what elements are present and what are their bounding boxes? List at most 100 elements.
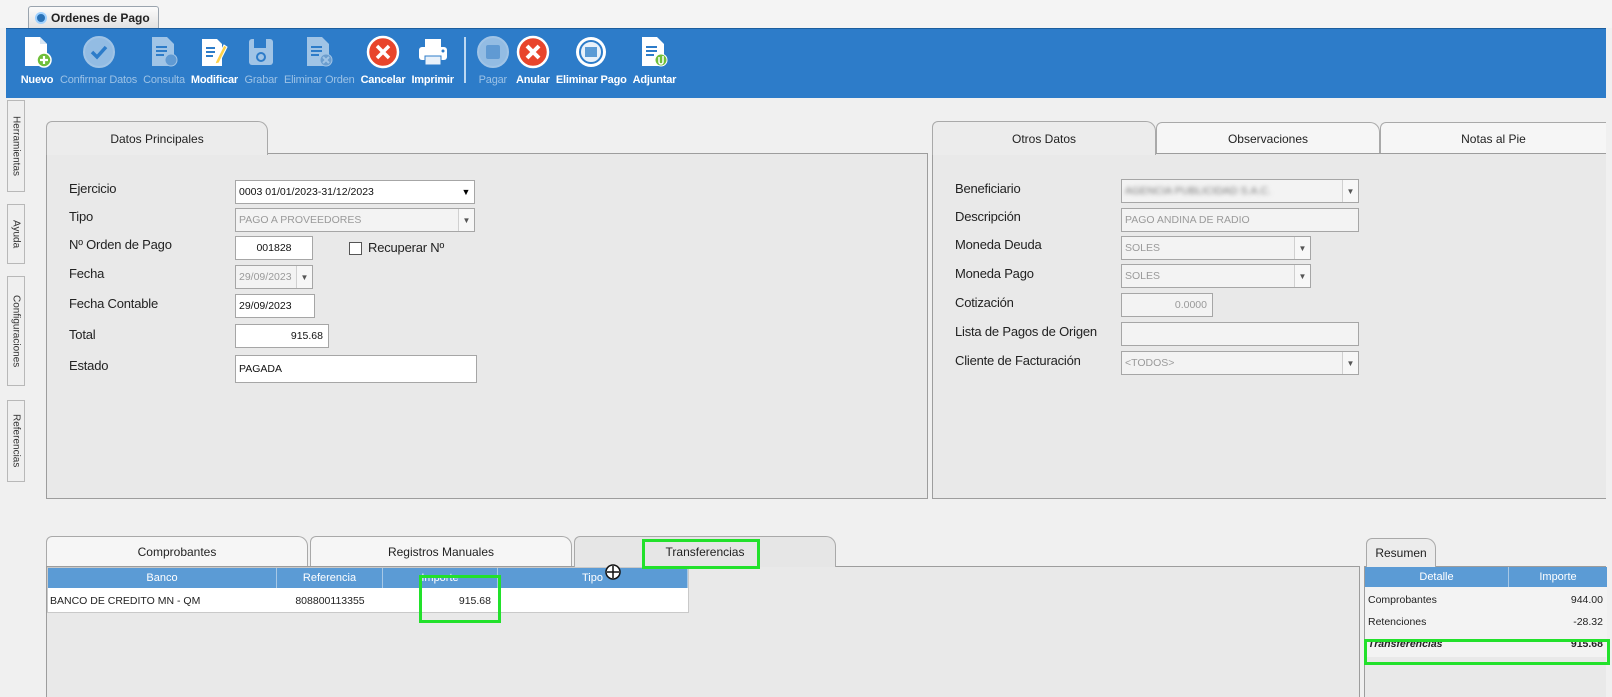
chevron-down-icon: ▼ [1294, 265, 1310, 287]
consulta-button[interactable]: Consulta [143, 29, 185, 93]
column-header-importe[interactable]: Importe [383, 568, 498, 588]
nuevo-label: Nuevo [20, 74, 54, 86]
cotizacion-input[interactable]: 0.0000 [1121, 293, 1213, 317]
modificar-label: Modificar [190, 74, 238, 86]
tab-observaciones[interactable]: Observaciones [1156, 122, 1380, 154]
ejercicio-select[interactable]: 0003 01/01/2023-31/12/2023 ▼ [235, 180, 475, 204]
moneda-pago-label: Moneda Pago [955, 266, 1034, 281]
cliente-facturacion-select[interactable]: <TODOS> ▼ [1121, 351, 1359, 375]
chevron-down-icon: ▼ [458, 181, 474, 203]
sidetab-herramientas[interactable]: Herramientas [7, 100, 25, 192]
modificar-button[interactable]: Modificar [191, 29, 238, 93]
nuevo-button[interactable]: Nuevo [20, 29, 54, 93]
sidetab-configuraciones[interactable]: Configuraciones [7, 276, 25, 386]
estado-input[interactable]: PAGADA [235, 355, 477, 383]
total-label: Total [69, 327, 96, 342]
window-tab-strip: Ordenes de Pago [0, 0, 1612, 28]
cell-banco: BANCO DE CREDITO MN - QM [50, 595, 201, 607]
moneda-deuda-label: Moneda Deuda [955, 237, 1042, 252]
fecha-label: Fecha [69, 266, 105, 281]
cell-tipo [498, 590, 686, 612]
cancelar-button[interactable]: Cancelar [361, 29, 406, 93]
beneficiario-label: Beneficiario [955, 181, 1021, 196]
tipo-select[interactable]: PAGO A PROVEEDORES ▼ [235, 208, 475, 232]
estado-label: Estado [69, 358, 109, 373]
move-cursor-icon [604, 563, 622, 581]
cotizacion-label: Cotización [955, 295, 1014, 310]
tab-resumen[interactable]: Resumen [1366, 538, 1436, 567]
datos-principales-panel: Ejercicio 0003 01/01/2023-31/12/2023 ▼ T… [46, 153, 928, 499]
query-document-icon [147, 35, 181, 69]
cancelar-label: Cancelar [360, 74, 406, 86]
moneda-deuda-select[interactable]: SOLES ▼ [1121, 236, 1311, 260]
chevron-down-icon: ▼ [296, 266, 312, 288]
chevron-down-icon: ▼ [1342, 352, 1358, 374]
confirmar-datos-button[interactable]: Confirmar Datos [60, 29, 137, 93]
eliminar-pago-label: Eliminar Pago [555, 74, 627, 86]
lista-pagos-origen-input[interactable] [1121, 322, 1359, 346]
printer-icon [416, 35, 450, 69]
cell-importe: 915.68 [458, 595, 491, 607]
moneda-pago-select[interactable]: SOLES ▼ [1121, 264, 1311, 288]
column-header-banco[interactable]: Banco [48, 568, 277, 588]
cell-detalle: Comprobantes [1368, 593, 1437, 606]
column-header-resumen-importe[interactable]: Importe [1509, 567, 1607, 587]
cell-detalle: Transferencias [1368, 637, 1443, 650]
confirmar-datos-label: Confirmar Datos [60, 74, 138, 86]
consulta-label: Consulta [143, 74, 185, 86]
eliminar-orden-label: Eliminar Orden [284, 74, 355, 86]
void-icon [516, 35, 550, 69]
cell-resumen-importe: 944.00 [1570, 593, 1603, 606]
checkmark-icon [82, 35, 116, 69]
cell-detalle: Retenciones [1368, 615, 1427, 628]
recuperar-checkbox[interactable] [349, 242, 362, 255]
descripcion-label: Descripción [955, 209, 1021, 224]
anular-button[interactable]: Anular [516, 29, 550, 93]
delete-document-icon [302, 35, 336, 69]
cell-resumen-importe: -28.32 [1573, 615, 1603, 628]
otros-datos-panel: Beneficiario AGENCIA PUBLICIDAD S.A.C. ▼… [932, 153, 1606, 499]
cliente-facturacion-label: Cliente de Facturación [955, 353, 1081, 368]
edit-document-icon [197, 35, 231, 69]
column-header-tipo[interactable]: Tipo [498, 568, 688, 588]
tab-comprobantes[interactable]: Comprobantes [46, 536, 308, 566]
adjuntar-label: Adjuntar [632, 74, 677, 86]
save-disk-icon [244, 35, 278, 69]
recuperar-label: Recuperar Nº [368, 240, 445, 255]
adjuntar-button[interactable]: Adjuntar [632, 29, 677, 93]
total-input[interactable]: 915.68 [235, 324, 329, 348]
orden-pago-input[interactable]: 001828 [235, 236, 313, 260]
toolbar: Nuevo Confirmar Datos Consulta Modificar… [6, 28, 1606, 98]
grabar-button[interactable]: Grabar [244, 29, 278, 93]
chevron-down-icon: ▼ [1294, 237, 1310, 259]
window-tab-title: Ordenes de Pago [51, 10, 150, 25]
sidetab-ayuda[interactable]: Ayuda [7, 204, 25, 264]
descripcion-input[interactable]: PAGO ANDINA DE RADIO [1121, 208, 1359, 232]
imprimir-button[interactable]: Imprimir [411, 29, 454, 93]
column-header-referencia[interactable]: Referencia [277, 568, 383, 588]
ordenes-de-pago-window: Ordenes de Pago Nuevo Confirmar Datos Co… [0, 0, 1612, 697]
tab-notas-al-pie[interactable]: Notas al Pie [1380, 122, 1606, 154]
ejercicio-label: Ejercicio [69, 181, 117, 196]
fecha-datepicker[interactable]: 29/09/2023 ▼ [235, 265, 313, 289]
eliminar-pago-button[interactable]: Eliminar Pago [556, 29, 627, 93]
anular-label: Anular [516, 74, 550, 86]
beneficiario-select[interactable]: AGENCIA PUBLICIDAD S.A.C. ▼ [1121, 179, 1359, 203]
fecha-contable-label: Fecha Contable [69, 296, 158, 311]
pagar-label: Pagar [478, 74, 508, 86]
chevron-down-icon: ▼ [1342, 180, 1358, 202]
tab-otros-datos[interactable]: Otros Datos [932, 121, 1156, 155]
app-logo-icon [35, 11, 47, 24]
column-header-detalle[interactable]: Detalle [1365, 567, 1509, 587]
pay-icon [476, 35, 510, 69]
eliminar-orden-button[interactable]: Eliminar Orden [284, 29, 355, 93]
grabar-label: Grabar [244, 74, 278, 86]
fecha-contable-input[interactable]: 29/09/2023 [235, 294, 315, 318]
cell-resumen-importe: 915.68 [1570, 637, 1603, 650]
sidetab-referencias[interactable]: Referencias [7, 400, 25, 482]
tab-datos-principales[interactable]: Datos Principales [46, 121, 268, 155]
tab-registros-manuales[interactable]: Registros Manuales [310, 536, 572, 566]
pagar-button[interactable]: Pagar [476, 29, 510, 93]
window-tab-ordenes-de-pago[interactable]: Ordenes de Pago [28, 6, 159, 28]
toolbar-separator [463, 37, 466, 83]
